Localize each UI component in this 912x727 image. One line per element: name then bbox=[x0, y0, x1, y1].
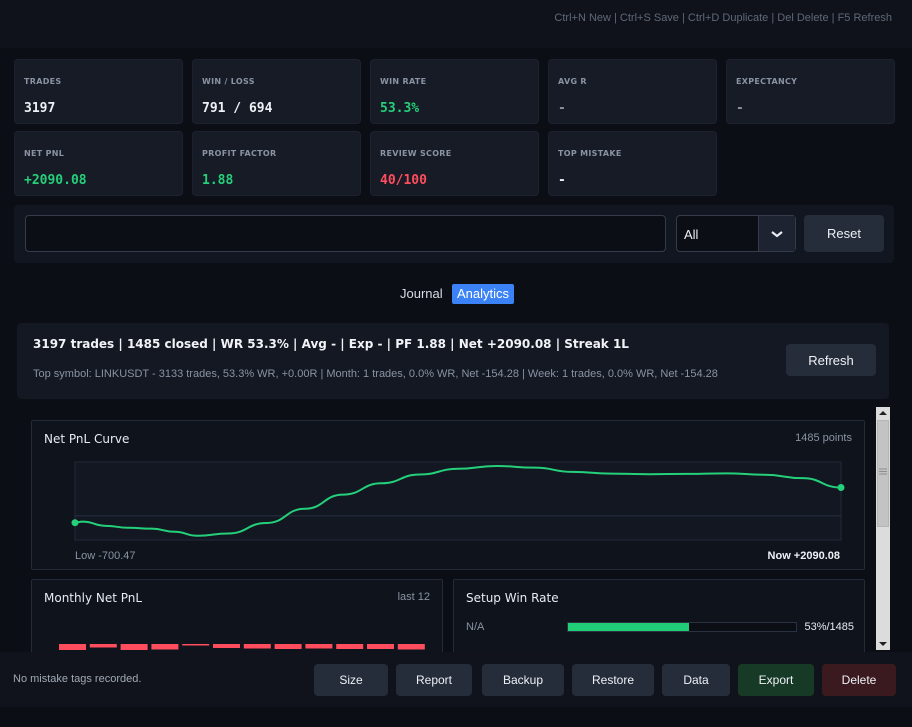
restore-button[interactable]: Restore bbox=[572, 664, 654, 696]
size-button[interactable]: Size bbox=[314, 664, 388, 696]
chevron-down-icon[interactable] bbox=[758, 216, 795, 251]
pnl-curve-chart bbox=[71, 461, 845, 541]
tab-analytics[interactable]: Analytics bbox=[452, 284, 515, 304]
stat-card-win-loss: WIN / LOSS 791 / 694 bbox=[192, 59, 361, 124]
stat-card-review-score: REVIEW SCORE 40/100 bbox=[370, 131, 539, 196]
scroll-down-icon[interactable] bbox=[876, 638, 890, 650]
top-bar: Ctrl+N New | Ctrl+S Save | Ctrl+D Duplic… bbox=[0, 0, 912, 48]
pnl-now-label: Now +2090.08 bbox=[767, 550, 840, 562]
pnl-low-label: Low -700.47 bbox=[75, 550, 136, 562]
setup-win-rate-title: Setup Win Rate bbox=[466, 591, 559, 605]
stat-value: - bbox=[736, 101, 744, 116]
delete-button[interactable]: Delete bbox=[822, 664, 896, 696]
grip-icon bbox=[879, 468, 887, 475]
monthly-bar-5 bbox=[182, 644, 210, 646]
report-button[interactable]: Report bbox=[396, 664, 472, 696]
setup-win-rate-value: 53%/1485 bbox=[804, 621, 854, 633]
stat-value: 53.3% bbox=[380, 101, 420, 116]
summary-detail: Top symbol: LINKUSDT - 3133 trades, 53.3… bbox=[33, 368, 718, 380]
stat-label: EXPECTANCY bbox=[736, 77, 798, 86]
backup-button[interactable]: Backup bbox=[482, 664, 564, 696]
stat-value: - bbox=[558, 101, 566, 116]
monthly-bar-9 bbox=[305, 644, 333, 649]
summary-headline: 3197 trades | 1485 closed | WR 53.3% | A… bbox=[33, 337, 629, 351]
reset-button[interactable]: Reset bbox=[804, 215, 884, 252]
monthly-bar-10 bbox=[336, 644, 364, 649]
footer-strip bbox=[0, 707, 912, 727]
scrollbar-thumb[interactable] bbox=[877, 420, 889, 527]
pnl-end-point bbox=[837, 484, 845, 492]
stat-label: PROFIT FACTOR bbox=[202, 149, 277, 158]
tab-journal[interactable]: Journal bbox=[395, 284, 448, 304]
data-button[interactable]: Data bbox=[662, 664, 730, 696]
stat-label: TOP MISTAKE bbox=[558, 149, 622, 158]
monthly-bar-11 bbox=[367, 644, 394, 649]
stat-value: - bbox=[558, 173, 566, 188]
pnl-curve-panel: Net PnL Curve 1485 points Low -700.47 No… bbox=[31, 420, 865, 570]
stat-label: WIN / LOSS bbox=[202, 77, 255, 86]
stat-card-win-rate: WIN RATE 53.3% bbox=[370, 59, 539, 124]
stat-card-expectancy: EXPECTANCY - bbox=[726, 59, 895, 124]
summary-panel: 3197 trades | 1485 closed | WR 53.3% | A… bbox=[17, 323, 889, 399]
stat-card-profit-factor: PROFIT FACTOR 1.88 bbox=[192, 131, 361, 196]
monthly-bar-12 bbox=[397, 644, 425, 650]
setup-name: N/A bbox=[466, 621, 485, 633]
stat-label: WIN RATE bbox=[380, 77, 427, 86]
stat-card-trades: TRADES 3197 bbox=[14, 59, 183, 124]
search-input[interactable] bbox=[25, 215, 666, 252]
stat-value: 791 / 694 bbox=[202, 101, 273, 116]
view-tabs: Journal Analytics bbox=[0, 284, 912, 304]
shortcuts-hint: Ctrl+N New | Ctrl+S Save | Ctrl+D Duplic… bbox=[554, 12, 892, 24]
bottom-action-bar: No mistake tags recorded. Size Report Back… bbox=[0, 652, 912, 707]
monthly-pnl-panel: Monthly Net PnL last 12 bbox=[31, 579, 443, 659]
pnl-start-point bbox=[71, 519, 79, 527]
stat-value: +2090.08 bbox=[24, 173, 87, 188]
stat-value: 3197 bbox=[24, 101, 56, 116]
monthly-bar-6 bbox=[213, 644, 240, 648]
scroll-up-icon[interactable] bbox=[876, 407, 890, 419]
monthly-bar-8 bbox=[274, 644, 302, 649]
stat-label: REVIEW SCORE bbox=[380, 149, 452, 158]
setup-win-rate-panel: Setup Win Rate N/A 53%/1485 bbox=[453, 579, 865, 659]
monthly-pnl-chart bbox=[59, 644, 425, 650]
refresh-button[interactable]: Refresh bbox=[786, 344, 876, 376]
filter-select[interactable]: All bbox=[676, 215, 796, 252]
stat-card-top-mistake: TOP MISTAKE - bbox=[548, 131, 717, 196]
stat-label: NET PNL bbox=[24, 149, 65, 158]
monthly-bar-3 bbox=[120, 644, 148, 650]
stat-card-net-pnl: NET PNL +2090.08 bbox=[14, 131, 183, 196]
monthly-bar-1 bbox=[59, 644, 86, 650]
analytics-scrollbar[interactable] bbox=[876, 407, 890, 650]
monthly-bar-2 bbox=[89, 644, 117, 648]
filter-bar: All Reset bbox=[14, 205, 894, 263]
stat-value: 1.88 bbox=[202, 173, 234, 188]
stat-card-avg-r: AVG R - bbox=[548, 59, 717, 124]
stat-label: TRADES bbox=[24, 77, 62, 86]
monthly-bar-4 bbox=[151, 644, 179, 650]
filter-select-value: All bbox=[684, 227, 699, 242]
status-text: No mistake tags recorded. bbox=[13, 673, 142, 685]
stat-value: 40/100 bbox=[380, 173, 427, 188]
monthly-bar-7 bbox=[243, 644, 271, 649]
win-rate-track bbox=[567, 622, 797, 632]
export-button[interactable]: Export bbox=[738, 664, 814, 696]
stat-label: AVG R bbox=[558, 77, 587, 86]
win-rate-fill bbox=[568, 623, 689, 631]
